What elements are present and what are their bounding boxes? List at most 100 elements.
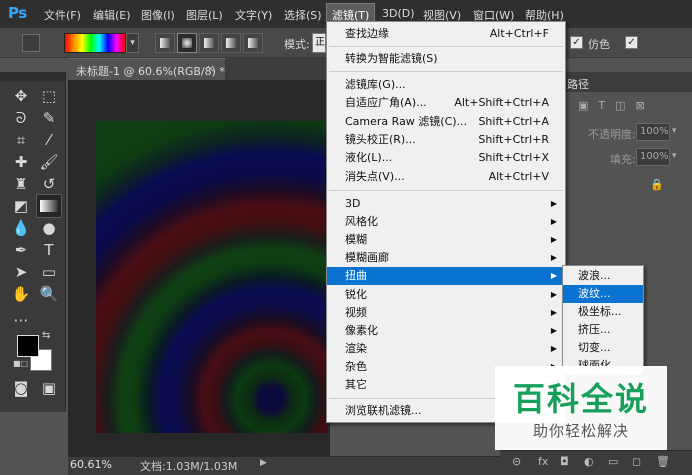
add-mask-icon[interactable]: ◘ xyxy=(560,455,569,468)
dither-label: 仿色 xyxy=(588,38,610,51)
menu-type[interactable]: 文字(Y) xyxy=(235,7,272,23)
watermark: 百科全说 助你轻松解决 xyxy=(495,366,667,450)
submenu-arrow-icon: ▶ xyxy=(550,217,557,226)
distort-polar-coordinates[interactable]: 极坐标... xyxy=(563,303,643,321)
filter-pixelate[interactable]: 像素化 ▶ xyxy=(327,322,565,340)
swap-colors-icon[interactable]: ⇆ xyxy=(42,330,50,341)
rectangle-tool-icon[interactable]: ▭ xyxy=(36,260,62,284)
document-tab-close-icon[interactable]: × xyxy=(206,62,215,75)
distort-pinch[interactable]: 挤压... xyxy=(563,321,643,339)
submenu-arrow-icon: ▶ xyxy=(550,253,557,262)
menu-3d[interactable]: 3D(D) xyxy=(382,7,415,20)
fx-icon[interactable]: fx xyxy=(538,455,548,468)
status-menu-arrow-icon[interactable]: ▶ xyxy=(260,458,267,468)
linear-gradient-button[interactable] xyxy=(155,33,175,53)
opacity-field[interactable]: 100% xyxy=(636,123,670,141)
menu-separator xyxy=(329,71,563,72)
eyedropper-tool-icon[interactable]: ⁄ xyxy=(36,128,62,152)
filter-convert-smart[interactable]: 转换为智能滤镜(S) xyxy=(327,50,565,68)
lock-icon[interactable]: 🔒 xyxy=(650,178,664,191)
paths-tab[interactable]: 路径 xyxy=(567,76,589,92)
filter-camera-raw[interactable]: Camera Raw 滤镜(C)... Shift+Ctrl+A xyxy=(327,113,565,131)
fill-dropdown-icon[interactable]: ▾ xyxy=(672,151,677,161)
new-layer-icon[interactable]: ◻ xyxy=(632,455,641,468)
document-tab[interactable]: 未标题-1 @ 60.6%(RGB/8) * xyxy=(68,58,226,80)
document-size-info: 文档:1.03M/1.03M xyxy=(140,460,238,473)
type-tool-icon[interactable]: T xyxy=(36,238,62,262)
marquee-tool-icon[interactable]: ⬚ xyxy=(36,84,62,108)
menu-file[interactable]: 文件(F) xyxy=(44,7,81,23)
opacity-dropdown-icon[interactable]: ▾ xyxy=(672,126,677,136)
filter-find-edges[interactable]: 查找边缘 Alt+Ctrl+F xyxy=(327,25,565,43)
filter-distort[interactable]: 扭曲 ▶ xyxy=(327,267,565,285)
gradient-tool-icon[interactable] xyxy=(36,194,62,218)
toolbox-header[interactable] xyxy=(0,72,66,82)
filter-blur-gallery[interactable]: 模糊画廊 ▶ xyxy=(327,249,565,267)
history-brush-tool-icon[interactable]: ↺ xyxy=(36,172,62,196)
pen-tool-icon[interactable]: ✒ xyxy=(8,238,34,262)
filter-menu: 查找边缘 Alt+Ctrl+F 转换为智能滤镜(S) 滤镜库(G)... 自适应广… xyxy=(326,21,566,423)
opacity-label: 不透明度: xyxy=(588,128,636,141)
photoshop-logo: Ps xyxy=(8,4,27,22)
dodge-tool-icon[interactable]: ● xyxy=(36,216,62,240)
menu-separator xyxy=(329,190,563,191)
radial-gradient-button[interactable] xyxy=(177,33,197,53)
menu-layer[interactable]: 图层(L) xyxy=(186,7,223,23)
filter-3d[interactable]: 3D ▶ xyxy=(327,195,565,213)
foreground-color-swatch[interactable] xyxy=(17,335,39,357)
filter-vanishing-point[interactable]: 消失点(V)... Alt+Ctrl+V xyxy=(327,168,565,186)
filter-render[interactable]: 渲染 ▶ xyxy=(327,340,565,358)
adjustment-layer-icon[interactable]: ◐ xyxy=(584,455,594,468)
default-colors-icon[interactable]: ■□ xyxy=(13,359,28,368)
filter-stylize[interactable]: 风格化 ▶ xyxy=(327,213,565,231)
transparency-checkbox[interactable]: ✓ xyxy=(625,36,638,49)
more-tools-icon[interactable]: ⋯ xyxy=(8,308,34,332)
gradient-dropdown-icon[interactable]: ▾ xyxy=(126,33,139,53)
zoom-tool-icon[interactable]: 🔍 xyxy=(36,282,62,306)
lasso-tool-icon[interactable]: ᘐ xyxy=(8,106,34,130)
move-tool-icon[interactable]: ✥ xyxy=(8,84,34,108)
submenu-arrow-icon: ▶ xyxy=(550,308,557,317)
clone-stamp-tool-icon[interactable]: ♜ xyxy=(8,172,34,196)
filter-adaptive-wide-angle[interactable]: 自适应广角(A)... Alt+Shift+Ctrl+A xyxy=(327,94,565,112)
menu-image[interactable]: 图像(I) xyxy=(141,7,175,23)
filter-lens-correction[interactable]: 镜头校正(R)... Shift+Ctrl+R xyxy=(327,131,565,149)
hand-tool-icon[interactable]: ✋ xyxy=(8,282,34,306)
watermark-title: 百科全说 xyxy=(512,380,649,418)
path-selection-tool-icon[interactable]: ➤ xyxy=(8,260,34,284)
dither-checkbox[interactable]: ✓ xyxy=(570,36,583,49)
filter-blur[interactable]: 模糊 ▶ xyxy=(327,231,565,249)
quick-select-tool-icon[interactable]: ✎ xyxy=(36,106,62,130)
gradient-preview-swatch[interactable] xyxy=(64,33,126,53)
filter-liquify[interactable]: 液化(L)... Shift+Ctrl+X xyxy=(327,149,565,167)
layer-filter-icons[interactable]: ▣T◫⊠ xyxy=(578,99,655,112)
healing-brush-tool-icon[interactable]: ✚ xyxy=(8,150,34,174)
filter-sharpen[interactable]: 锐化 ▶ xyxy=(327,286,565,304)
delete-layer-icon[interactable]: 🗑 xyxy=(656,455,670,468)
link-layers-icon[interactable]: ⊝ xyxy=(512,455,521,468)
menu-edit[interactable]: 编辑(E) xyxy=(93,7,131,23)
fill-field[interactable]: 100% xyxy=(636,148,670,166)
brush-tool-icon[interactable]: 🖌 xyxy=(36,150,62,174)
crop-tool-icon[interactable]: ⌗ xyxy=(8,128,34,152)
mode-select[interactable]: 正 xyxy=(312,33,326,53)
quick-mask-icon[interactable]: ◙ xyxy=(8,376,34,400)
zoom-level-field[interactable]: 60.61% xyxy=(70,458,112,471)
distort-submenu: 波浪... 波纹... 极坐标... 挤压... 切变... 球面化... xyxy=(562,265,644,375)
submenu-arrow-icon: ▶ xyxy=(550,326,557,335)
new-group-icon[interactable]: ▭ xyxy=(608,455,618,468)
distort-shear[interactable]: 切变... xyxy=(563,339,643,357)
menu-select[interactable]: 选择(S) xyxy=(284,7,322,23)
reflected-gradient-button[interactable] xyxy=(221,33,241,53)
filter-video[interactable]: 视频 ▶ xyxy=(327,304,565,322)
diamond-gradient-button[interactable] xyxy=(243,33,263,53)
filter-gallery[interactable]: 滤镜库(G)... xyxy=(327,76,565,94)
distort-ripple[interactable]: 波纹... xyxy=(563,285,643,303)
distort-wave[interactable]: 波浪... xyxy=(563,267,643,285)
angle-gradient-button[interactable] xyxy=(199,33,219,53)
gradient-tool-preset-icon[interactable] xyxy=(22,34,40,52)
screen-mode-icon[interactable]: ▣ xyxy=(36,376,62,400)
eraser-tool-icon[interactable]: ◩ xyxy=(8,194,34,218)
document-canvas[interactable] xyxy=(96,121,328,433)
blur-tool-icon[interactable]: 💧 xyxy=(8,216,34,240)
